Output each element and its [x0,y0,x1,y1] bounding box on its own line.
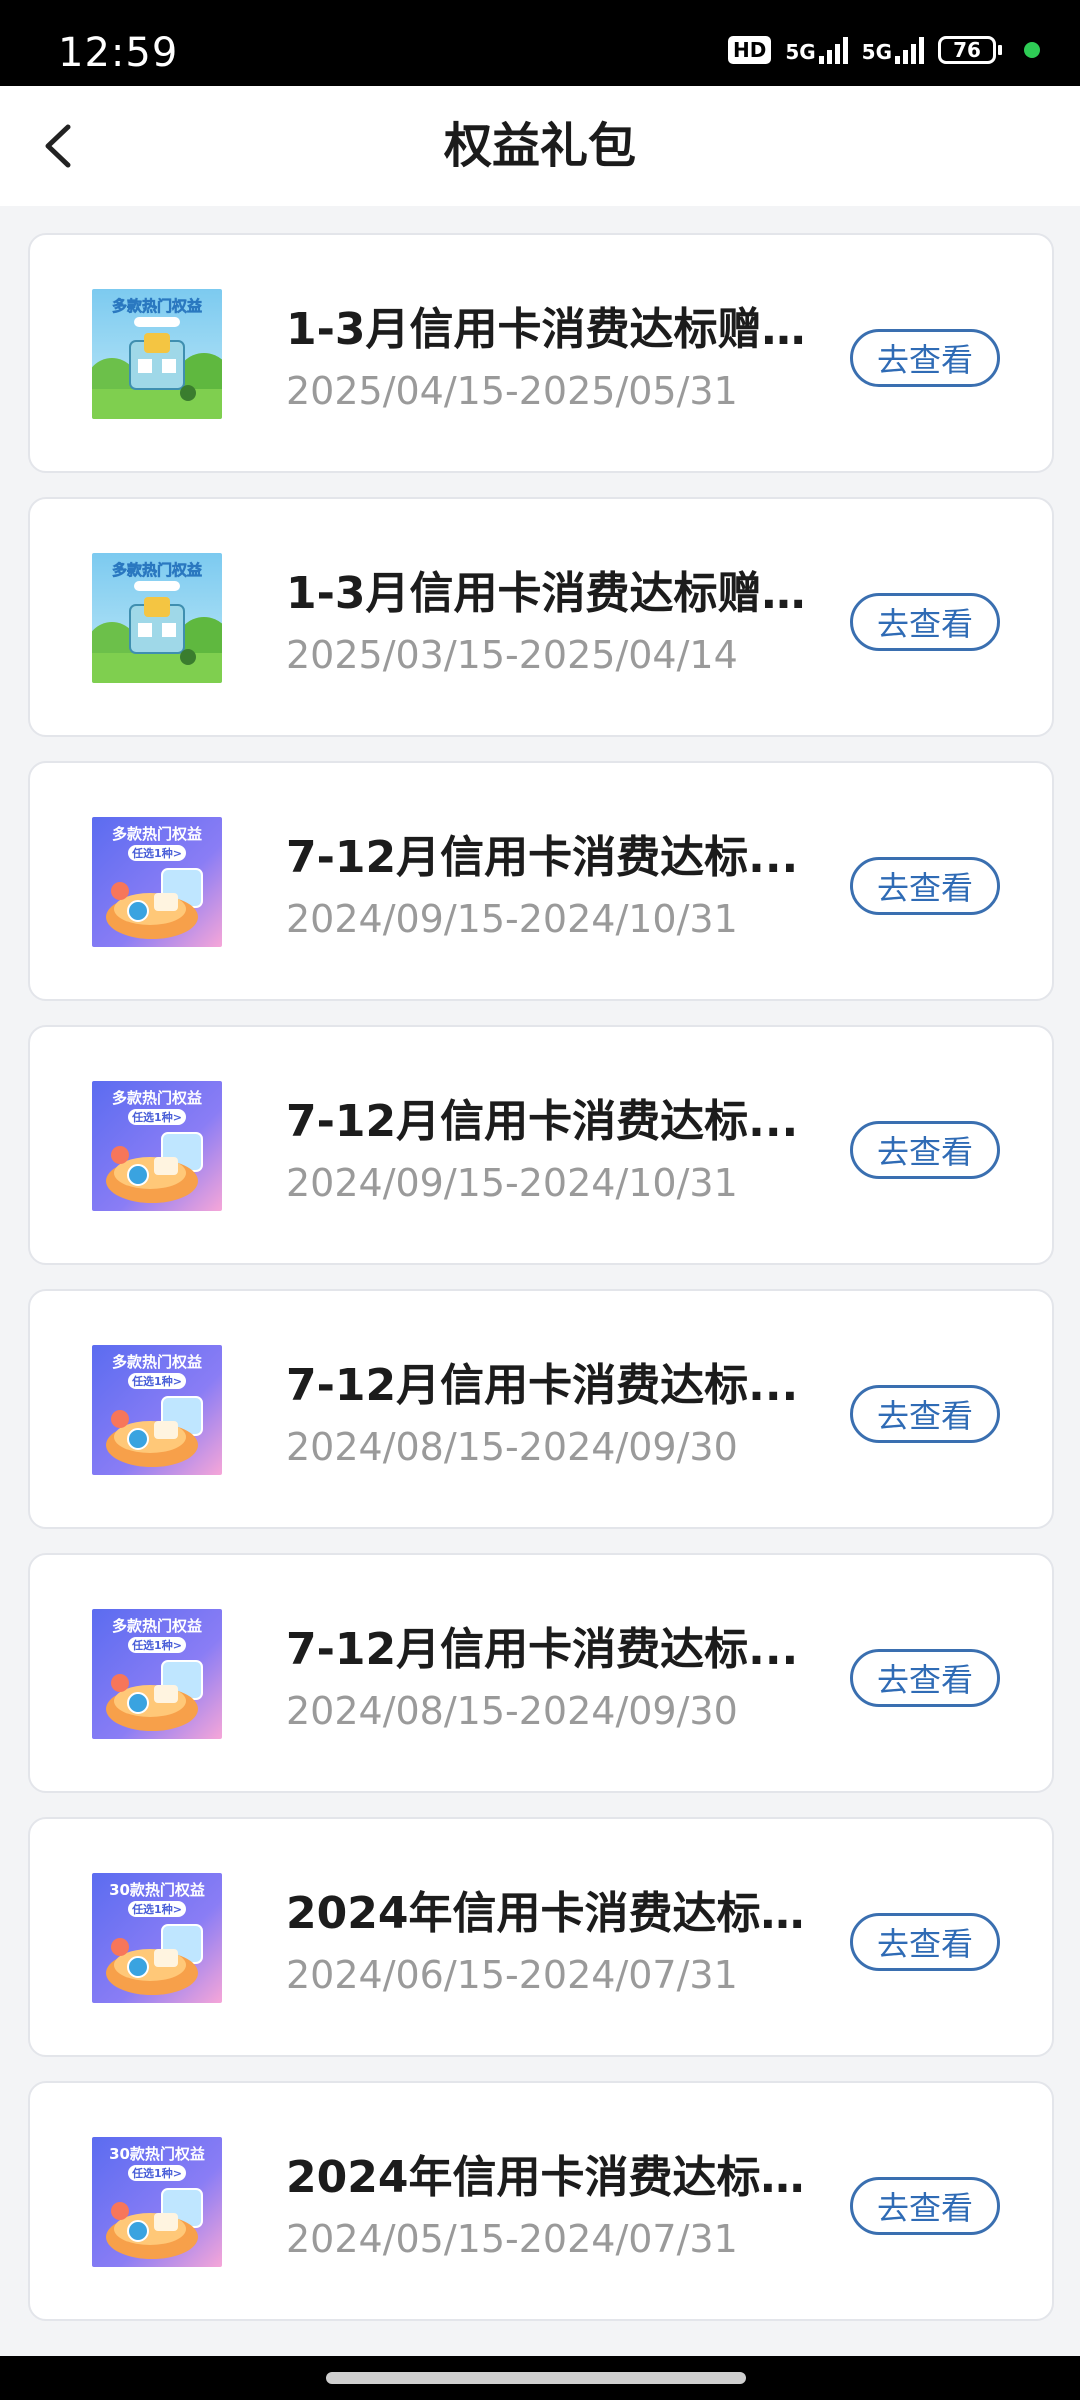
view-details-button[interactable]: 去查看 [850,329,1000,387]
gift-thumbnail-image: 30款热门权益 任选1种> [92,2137,222,2267]
svg-text:多款热门权益: 多款热门权益 [112,561,202,579]
view-details-button[interactable]: 去查看 [850,2177,1000,2235]
svg-text:任选1种>: 任选1种> [131,846,182,860]
view-details-button[interactable]: 去查看 [850,593,1000,651]
view-details-button[interactable]: 去查看 [850,857,1000,915]
gift-thumbnail-image: 多款热门权益 [92,289,222,419]
view-details-button[interactable]: 去查看 [850,1385,1000,1443]
svg-text:任选1种>: 任选1种> [131,1110,182,1124]
page-title: 权益礼包 [443,118,636,174]
status-bar: 12:59 HD 5G 5G 76 [0,0,1080,86]
home-bar[interactable] [326,2372,746,2384]
list-item[interactable]: 多款热门权益 任选1种> 7-12月信用卡消费达标... 2024/08/15-2… [28,1553,1054,1793]
svg-text:30款热门权益: 30款热门权益 [109,2145,205,2163]
package-list: 多款热门权益 1-3月信用卡消费达标赠... 2025/04/15-2025/05… [28,233,1054,2345]
package-date-range: 2025/04/15-2025/05/31 [286,369,738,413]
hd-icon: HD [727,36,772,64]
package-title: 2024年信用卡消费达标... [286,1888,806,1939]
package-date-range: 2024/09/15-2024/10/31 [286,897,738,941]
package-date-range: 2024/06/15-2024/07/31 [286,1953,738,1997]
list-item[interactable]: 多款热门权益 任选1种> 7-12月信用卡消费达标... 2024/09/15-2… [28,761,1054,1001]
list-item[interactable]: 多款热门权益 1-3月信用卡消费达标赠... 2025/04/15-2025/05… [28,233,1054,473]
package-title: 1-3月信用卡消费达标赠... [286,304,806,355]
svg-text:任选1种>: 任选1种> [131,1902,182,1916]
package-date-range: 2024/09/15-2024/10/31 [286,1161,738,1205]
list-item[interactable]: 多款热门权益 任选1种> 7-12月信用卡消费达标... 2024/09/15-2… [28,1025,1054,1265]
package-title: 7-12月信用卡消费达标... [286,1096,799,1147]
package-title: 1-3月信用卡消费达标赠... [286,568,806,619]
package-title: 2024年信用卡消费达标... [286,2152,806,2203]
svg-text:任选1种>: 任选1种> [131,1638,182,1652]
signal-icon-2: 5G [862,36,924,64]
svg-text:任选1种>: 任选1种> [131,1374,182,1388]
package-date-range: 2025/03/15-2025/04/14 [286,633,738,677]
list-item[interactable]: 30款热门权益 任选1种> 2024年信用卡消费达标... 2024/05/15-… [28,2081,1054,2321]
package-title: 7-12月信用卡消费达标... [286,1360,799,1411]
back-button[interactable] [28,116,88,176]
list-item[interactable]: 30款热门权益 任选1种> 2024年信用卡消费达标... 2024/06/15-… [28,1817,1054,2057]
signal-icon: 5G [785,36,848,64]
svg-text:多款热门权益: 多款热门权益 [112,1353,202,1371]
svg-text:多款热门权益: 多款热门权益 [112,825,202,843]
list-item[interactable]: 多款热门权益 任选1种> 7-12月信用卡消费达标... 2024/08/15-2… [28,1289,1054,1529]
package-date-range: 2024/08/15-2024/09/30 [286,1689,738,1733]
svg-text:多款热门权益: 多款热门权益 [112,1089,202,1107]
chevron-left-icon [45,124,71,168]
home-indicator [0,2356,1080,2400]
package-date-range: 2024/08/15-2024/09/30 [286,1425,738,1469]
gift-thumbnail-image: 多款热门权益 任选1种> [92,1345,222,1475]
package-title: 7-12月信用卡消费达标... [286,832,799,883]
svg-text:多款热门权益: 多款热门权益 [112,297,202,315]
battery-level: 76 [938,36,996,64]
battery-icon: 76 [938,36,1002,64]
view-details-button[interactable]: 去查看 [850,1649,1000,1707]
svg-text:任选1种>: 任选1种> [131,2166,182,2180]
package-title: 7-12月信用卡消费达标... [286,1624,799,1675]
network-type-2: 5G [861,40,892,64]
gift-thumbnail-image: 多款热门权益 任选1种> [92,1081,222,1211]
svg-text:30款热门权益: 30款热门权益 [109,1881,205,1899]
privacy-dot-icon [1024,42,1040,58]
network-type-1: 5G [785,40,816,64]
status-time: 12:59 [58,30,179,76]
gift-thumbnail-image: 多款热门权益 [92,553,222,683]
gift-thumbnail-image: 多款热门权益 任选1种> [92,1609,222,1739]
view-details-button[interactable]: 去查看 [850,1121,1000,1179]
nav-header: 权益礼包 [0,86,1080,206]
view-details-button[interactable]: 去查看 [850,1913,1000,1971]
svg-text:多款热门权益: 多款热门权益 [112,1617,202,1635]
gift-thumbnail-image: 多款热门权益 任选1种> [92,817,222,947]
status-icons: HD 5G 5G 76 [727,36,1040,64]
list-item[interactable]: 多款热门权益 1-3月信用卡消费达标赠... 2025/03/15-2025/04… [28,497,1054,737]
package-date-range: 2024/05/15-2024/07/31 [286,2217,738,2261]
gift-thumbnail-image: 30款热门权益 任选1种> [92,1873,222,2003]
